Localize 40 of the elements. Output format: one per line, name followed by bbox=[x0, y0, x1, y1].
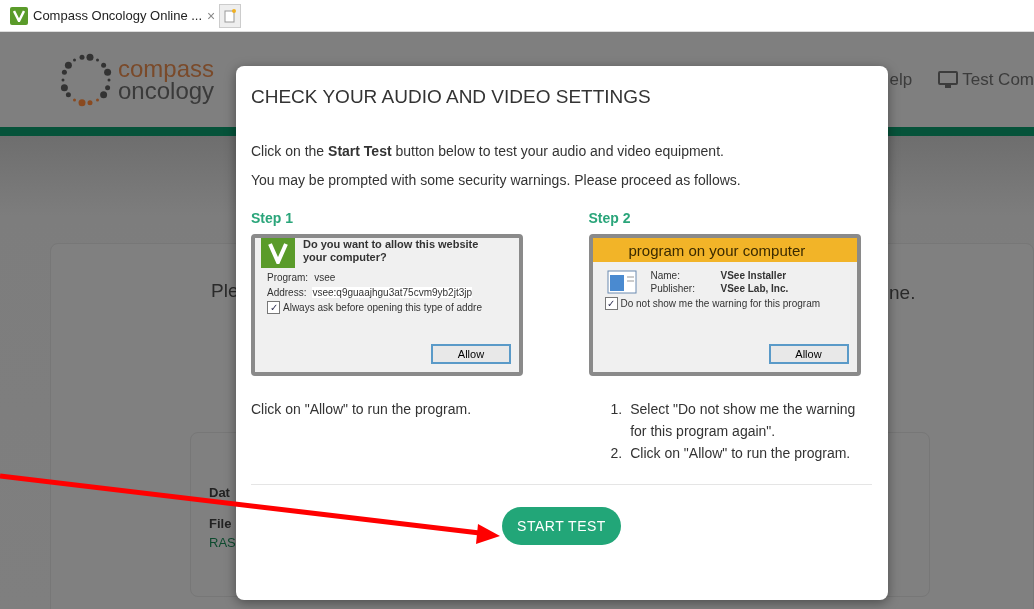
intro-text: Click on the Start Test button below to test your audio and video equipment. bbox=[251, 143, 725, 159]
dialog-question: Do you want to allow this website bbox=[303, 238, 479, 251]
step-heading: Step 1 bbox=[251, 210, 294, 226]
dialog-question: your computer? bbox=[303, 251, 388, 264]
field-label: Address: bbox=[267, 287, 307, 298]
field-value: VSee Lab, Inc. bbox=[720, 283, 789, 294]
dot-ring-logo-icon bbox=[58, 51, 114, 108]
v-logo-icon bbox=[261, 238, 295, 268]
logo-text: compass bbox=[118, 57, 215, 80]
instruction-text: Click on "Allow" to run the program. bbox=[630, 444, 851, 463]
field-label: Dat bbox=[209, 485, 230, 500]
step-heading: Step 2 bbox=[588, 210, 632, 226]
instruction-text: Select "Do not show me the warning for this program again". bbox=[630, 400, 857, 441]
tab-title: Compass Oncology Online ... bbox=[33, 8, 203, 23]
monitor-icon bbox=[938, 70, 959, 89]
list-number: 2. bbox=[610, 444, 623, 463]
field-label: Publisher: bbox=[650, 283, 696, 294]
list-number: 1. bbox=[610, 400, 623, 419]
close-tab-button[interactable]: × bbox=[207, 7, 216, 24]
checkbox[interactable]: ✓ bbox=[267, 301, 280, 314]
checkbox-label: Always ask before opening this type of addre bbox=[283, 302, 482, 313]
modal-title: CHECK YOUR AUDIO AND VIDEO SETTINGS bbox=[251, 86, 652, 108]
new-tab-icon[interactable] bbox=[219, 3, 242, 28]
card-text: ne. bbox=[889, 282, 916, 304]
browser-tab[interactable]: Compass Oncology Online ... × bbox=[10, 6, 216, 25]
checkbox[interactable]: ✓ bbox=[604, 297, 618, 310]
field-value: VSee Installer bbox=[720, 270, 788, 281]
warning-banner: program on your computer bbox=[592, 238, 857, 262]
window-icon bbox=[606, 270, 637, 294]
field-value: vsee bbox=[314, 272, 336, 283]
field-label: File bbox=[209, 516, 232, 531]
allow-button[interactable]: Allow bbox=[431, 344, 511, 364]
checkbox-label: Do not show me the warning for this program bbox=[620, 298, 821, 309]
note-text: You may be prompted with some security warnings. Please proceed as follows. bbox=[251, 172, 742, 188]
field-label: Name: bbox=[650, 270, 681, 281]
v-logo-icon bbox=[10, 6, 28, 25]
field-value: vsee:q9guaajhgu3at75cvm9yb2jt3jp bbox=[312, 287, 473, 298]
field-label: Program: bbox=[267, 272, 309, 283]
instruction-text: Click on "Allow" to run the program. bbox=[251, 400, 473, 419]
allow-button[interactable]: Allow bbox=[768, 344, 849, 364]
